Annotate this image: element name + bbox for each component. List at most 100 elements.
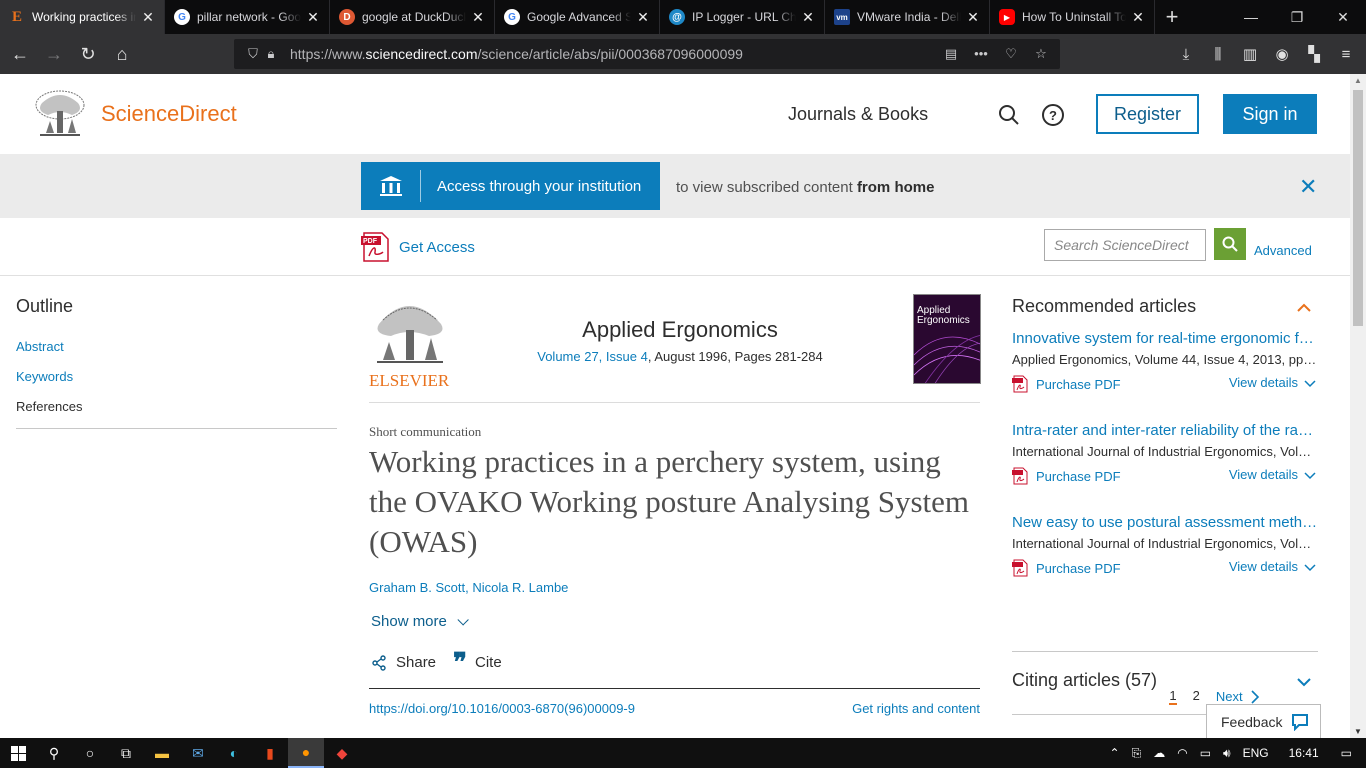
pocket-icon[interactable]: ♡ — [1002, 46, 1020, 62]
file-explorer-icon[interactable]: ▬ — [144, 738, 180, 768]
search-icon[interactable] — [998, 104, 1020, 126]
cortana-icon[interactable]: ○ — [72, 738, 108, 768]
back-arrow-icon[interactable]: ← — [4, 38, 36, 70]
account-icon[interactable]: ◉ — [1266, 38, 1298, 70]
tab-google-advanced[interactable]: G Google Advanced Search ✕ — [495, 0, 660, 34]
menu-icon[interactable]: ≡ — [1330, 38, 1362, 70]
citing-articles-header[interactable]: Citing articles (57) — [1012, 670, 1318, 691]
url-text[interactable]: https://www.sciencedirect.com/science/ar… — [290, 46, 942, 62]
language-indicator[interactable]: ENG — [1237, 746, 1275, 760]
clock[interactable]: 16:41 — [1275, 746, 1333, 760]
purchase-pdf-link[interactable]: Purchase PDF — [1012, 467, 1121, 485]
close-tab-icon[interactable]: ✕ — [470, 9, 486, 26]
restore-icon[interactable]: ❐ — [1274, 0, 1320, 34]
journal-title[interactable]: Applied Ergonomics — [369, 317, 991, 343]
purchase-pdf-link[interactable]: Purchase PDF — [1012, 375, 1121, 393]
forward-arrow-icon[interactable]: → — [38, 38, 70, 70]
reload-icon[interactable]: ↻ — [72, 38, 104, 70]
wifi-icon[interactable]: ◠ — [1171, 746, 1193, 760]
tab-vmware[interactable]: vm VMware India - Dell ✕ — [825, 0, 990, 34]
edge-icon[interactable]: ◐ — [216, 738, 252, 768]
citing-articles-label: Citing articles (57) — [1012, 670, 1158, 690]
recommended-title-link[interactable]: Intra-rater and inter-rater reliability … — [1012, 422, 1318, 439]
new-tab-icon[interactable]: + — [1155, 0, 1189, 34]
show-more-button[interactable]: Show more — [371, 613, 469, 630]
purchase-pdf-label: Purchase PDF — [1036, 468, 1121, 484]
view-details-button[interactable]: View details — [1229, 467, 1316, 482]
close-tab-icon[interactable]: ✕ — [1130, 9, 1146, 26]
chevron-up-icon[interactable]: ⌃ — [1104, 746, 1126, 760]
task-view-icon[interactable]: ⧉ — [108, 738, 144, 768]
battery-icon[interactable]: ▭ — [1194, 746, 1217, 760]
notifications-icon[interactable]: ▭ — [1333, 746, 1366, 760]
outline-item-abstract[interactable]: Abstract — [16, 339, 337, 354]
onedrive-icon[interactable]: ☁ — [1147, 746, 1171, 760]
access-through-institution-button[interactable]: Access through your institution — [361, 162, 660, 210]
view-details-button[interactable]: View details — [1229, 559, 1316, 574]
download-icon[interactable]: ⤓ — [1170, 38, 1202, 70]
view-details-button[interactable]: View details — [1229, 375, 1316, 390]
lock-icon[interactable]: 🔒︎ — [262, 46, 280, 62]
recommended-title-link[interactable]: New easy to use postural assessment meth… — [1012, 514, 1318, 531]
windows-start-icon[interactable] — [0, 738, 36, 768]
page-scrollbar[interactable]: ▲ ▼ — [1350, 74, 1366, 738]
sidebar-icon[interactable]: ▥ — [1234, 38, 1266, 70]
scrollbar-thumb[interactable] — [1353, 90, 1363, 326]
bookmark-star-icon[interactable]: ☆ — [1032, 46, 1050, 62]
recommended-heading[interactable]: Recommended articles — [1012, 296, 1318, 317]
library-icon[interactable]: ⫼ — [1202, 38, 1234, 70]
article-authors[interactable]: Graham B. Scott, Nicola R. Lambe — [369, 580, 568, 595]
cite-button[interactable]: ❞ Cite — [453, 649, 502, 675]
volume-issue-link[interactable]: Volume 27, Issue 4 — [537, 349, 648, 364]
usb-icon[interactable]: ⎘ — [1126, 746, 1148, 761]
outline-item-keywords[interactable]: Keywords — [16, 369, 337, 384]
close-tab-icon[interactable]: ✕ — [140, 9, 156, 26]
tab-sciencedirect[interactable]: E Working practices in a perchery system… — [0, 0, 165, 34]
home-icon[interactable]: ⌂ — [106, 38, 138, 70]
url-bar[interactable]: ⛉ 🔒︎ https://www.sciencedirect.com/scien… — [234, 39, 1060, 69]
outline-item-references[interactable]: References — [16, 399, 337, 414]
scroll-up-icon[interactable]: ▲ — [1354, 76, 1362, 85]
close-banner-icon[interactable]: ✕ — [1299, 174, 1317, 200]
pdf-icon[interactable]: PDF — [361, 232, 391, 262]
feedback-button[interactable]: Feedback — [1206, 704, 1321, 738]
get-access-link[interactable]: Get Access — [399, 239, 475, 256]
close-window-icon[interactable]: ✕ — [1320, 0, 1366, 34]
firefox-icon[interactable]: ● — [288, 738, 324, 768]
journal-cover-image[interactable]: Applied Ergonomics — [913, 294, 981, 384]
close-tab-icon[interactable]: ✕ — [305, 9, 321, 26]
sciencedirect-logo[interactable]: ScienceDirect — [101, 101, 237, 127]
anydesk-icon[interactable]: ◆ — [324, 738, 360, 768]
advanced-search-link[interactable]: Advanced — [1254, 243, 1312, 258]
share-button[interactable]: Share — [371, 654, 436, 671]
signin-button[interactable]: Sign in — [1223, 94, 1317, 134]
register-button[interactable]: Register — [1096, 94, 1199, 134]
tab-ip-logger[interactable]: @ IP Logger - URL Checker ✕ — [660, 0, 825, 34]
tab-duckduckgo[interactable]: D google at DuckDuckGo ✕ — [330, 0, 495, 34]
chevron-up-icon[interactable] — [1296, 300, 1312, 316]
search-icon[interactable]: ⚲ — [36, 738, 72, 768]
shield-icon[interactable]: ⛉ — [244, 46, 262, 62]
mail-icon[interactable]: ✉ — [180, 738, 216, 768]
tab-google-pillar[interactable]: G pillar network - Google Search ✕ — [165, 0, 330, 34]
close-tab-icon[interactable]: ✕ — [800, 9, 816, 26]
scroll-down-icon[interactable]: ▼ — [1354, 727, 1362, 736]
close-tab-icon[interactable]: ✕ — [635, 9, 651, 26]
recommended-title-link[interactable]: Innovative system for real-time ergonomi… — [1012, 330, 1318, 347]
tab-youtube[interactable]: ▶ How To Uninstall Torch ✕ — [990, 0, 1155, 34]
extensions-icon[interactable]: ▚ — [1298, 38, 1330, 70]
get-rights-link[interactable]: Get rights and content — [852, 701, 980, 716]
reader-view-icon[interactable]: ▤ — [942, 46, 960, 62]
journals-books-link[interactable]: Journals & Books — [788, 104, 928, 125]
elsevier-tree-logo-icon[interactable] — [32, 89, 88, 139]
minimize-icon[interactable]: — — [1228, 0, 1274, 34]
doi-link[interactable]: https://doi.org/10.1016/0003-6870(96)000… — [369, 701, 635, 716]
search-submit-button[interactable] — [1214, 228, 1246, 260]
search-sciencedirect-input[interactable]: Search ScienceDirect — [1044, 229, 1206, 261]
help-icon[interactable]: ? — [1042, 104, 1064, 126]
page-actions-icon[interactable]: ••• — [972, 46, 990, 62]
volume-icon[interactable]: 🔊︎ — [1217, 746, 1237, 761]
office-icon[interactable]: ▮ — [252, 738, 288, 768]
purchase-pdf-link[interactable]: Purchase PDF — [1012, 559, 1121, 577]
close-tab-icon[interactable]: ✕ — [965, 9, 981, 26]
